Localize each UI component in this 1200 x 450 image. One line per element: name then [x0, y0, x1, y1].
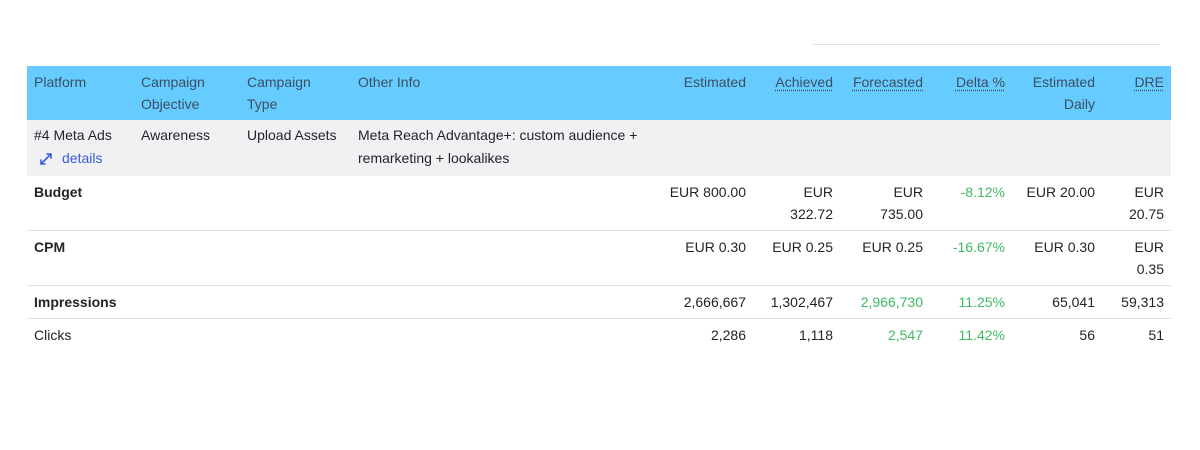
column-header-forecasted[interactable]: Forecasted [840, 66, 930, 120]
delta-value: 11.25% [930, 285, 1012, 319]
table-header-row: Platform Campaign Objective Campaign Typ… [27, 66, 1171, 120]
column-header-platform: Platform [34, 74, 87, 90]
forecasted-value: 2,966,730 [840, 285, 930, 319]
forecasted-tooltip-label[interactable]: Forecasted [853, 74, 923, 90]
forecasted-value: 2,547 [887, 326, 923, 343]
estimated-daily-value: EUR 0.30 [1012, 230, 1102, 286]
column-header-estimated-daily: Estimated Daily [1032, 74, 1095, 112]
objective-cell: Awareness [141, 127, 211, 143]
empty-cell [1012, 120, 1102, 176]
campaign-info-row: #4 Meta Ads details Awareness Upload Ass… [27, 120, 1171, 176]
top-divider [813, 44, 1160, 45]
dre-value: 59,313 [1102, 285, 1171, 319]
estimated-value: EUR 0.30 [657, 230, 753, 286]
estimated-value: 2,666,667 [657, 285, 753, 319]
achieved-value: 1,302,467 [753, 285, 840, 319]
type-cell: Upload Assets [247, 127, 337, 143]
delta-value: -16.67% [930, 230, 1012, 286]
achieved-value: EUR 0.25 [753, 230, 840, 286]
dre-tooltip-label[interactable]: DRE [1134, 74, 1164, 90]
column-header-other-info: Other Info [358, 74, 421, 90]
table-row-impressions: Impressions 2,666,667 1,302,467 2,966,73… [27, 285, 1171, 319]
metric-label: Budget [27, 175, 657, 231]
table-row-budget: Budget EUR 800.00 EUR 322.72 EUR 735.00 … [27, 175, 1171, 231]
expand-arrows-icon [40, 152, 52, 165]
estimated-value: EUR 800.00 [657, 175, 753, 231]
empty-cell [657, 120, 753, 176]
table-row-clicks: Clicks 2,286 1,118 2,547 11.42% 56 51 [27, 318, 1171, 351]
column-header-type: Campaign Type [247, 74, 311, 112]
delta-value: -8.12% [930, 175, 1012, 231]
table-row-cpm: CPM EUR 0.30 EUR 0.25 EUR 0.25 -16.67% E… [27, 230, 1171, 286]
column-header-delta[interactable]: Delta % [930, 66, 1012, 120]
column-header-achieved[interactable]: Achieved [753, 66, 840, 120]
dre-value: EUR 20.75 [1102, 175, 1171, 231]
platform-name: #4 Meta Ads [34, 127, 112, 143]
empty-cell [840, 120, 930, 176]
empty-cell [753, 120, 840, 176]
dre-value: 51 [1148, 326, 1164, 343]
column-header-estimated: Estimated [683, 74, 746, 90]
platform-cell: #4 Meta Ads details [27, 120, 134, 176]
column-header-dre[interactable]: DRE [1102, 66, 1171, 120]
delta-value: 11.42% [958, 326, 1005, 343]
achieved-value: EUR 322.72 [753, 175, 840, 231]
achieved-tooltip-label[interactable]: Achieved [775, 74, 833, 90]
estimated-daily-value: EUR 20.00 [1012, 175, 1102, 231]
details-label[interactable]: details [62, 147, 102, 170]
estimated-daily-value: 65,041 [1012, 285, 1102, 319]
delta-tooltip-label[interactable]: Delta % [956, 74, 1005, 90]
metric-label: Clicks [34, 326, 72, 343]
estimated-value: 2,286 [710, 326, 746, 343]
metric-label: CPM [27, 230, 657, 286]
achieved-value: 1,118 [799, 326, 833, 343]
campaign-report-table: Platform Campaign Objective Campaign Typ… [27, 66, 1171, 351]
forecasted-value: EUR 0.25 [840, 230, 930, 286]
other-info-cell: Meta Reach Advantage+: custom audience +… [358, 127, 638, 166]
estimated-daily-value: 56 [1079, 326, 1095, 343]
column-header-objective: Campaign Objective [141, 74, 205, 112]
metric-label: Impressions [27, 285, 657, 319]
empty-cell [1102, 120, 1171, 176]
empty-cell [930, 120, 1012, 176]
details-link[interactable]: details [40, 147, 102, 170]
forecasted-value: EUR 735.00 [840, 175, 930, 231]
dre-value: EUR 0.35 [1102, 230, 1171, 286]
